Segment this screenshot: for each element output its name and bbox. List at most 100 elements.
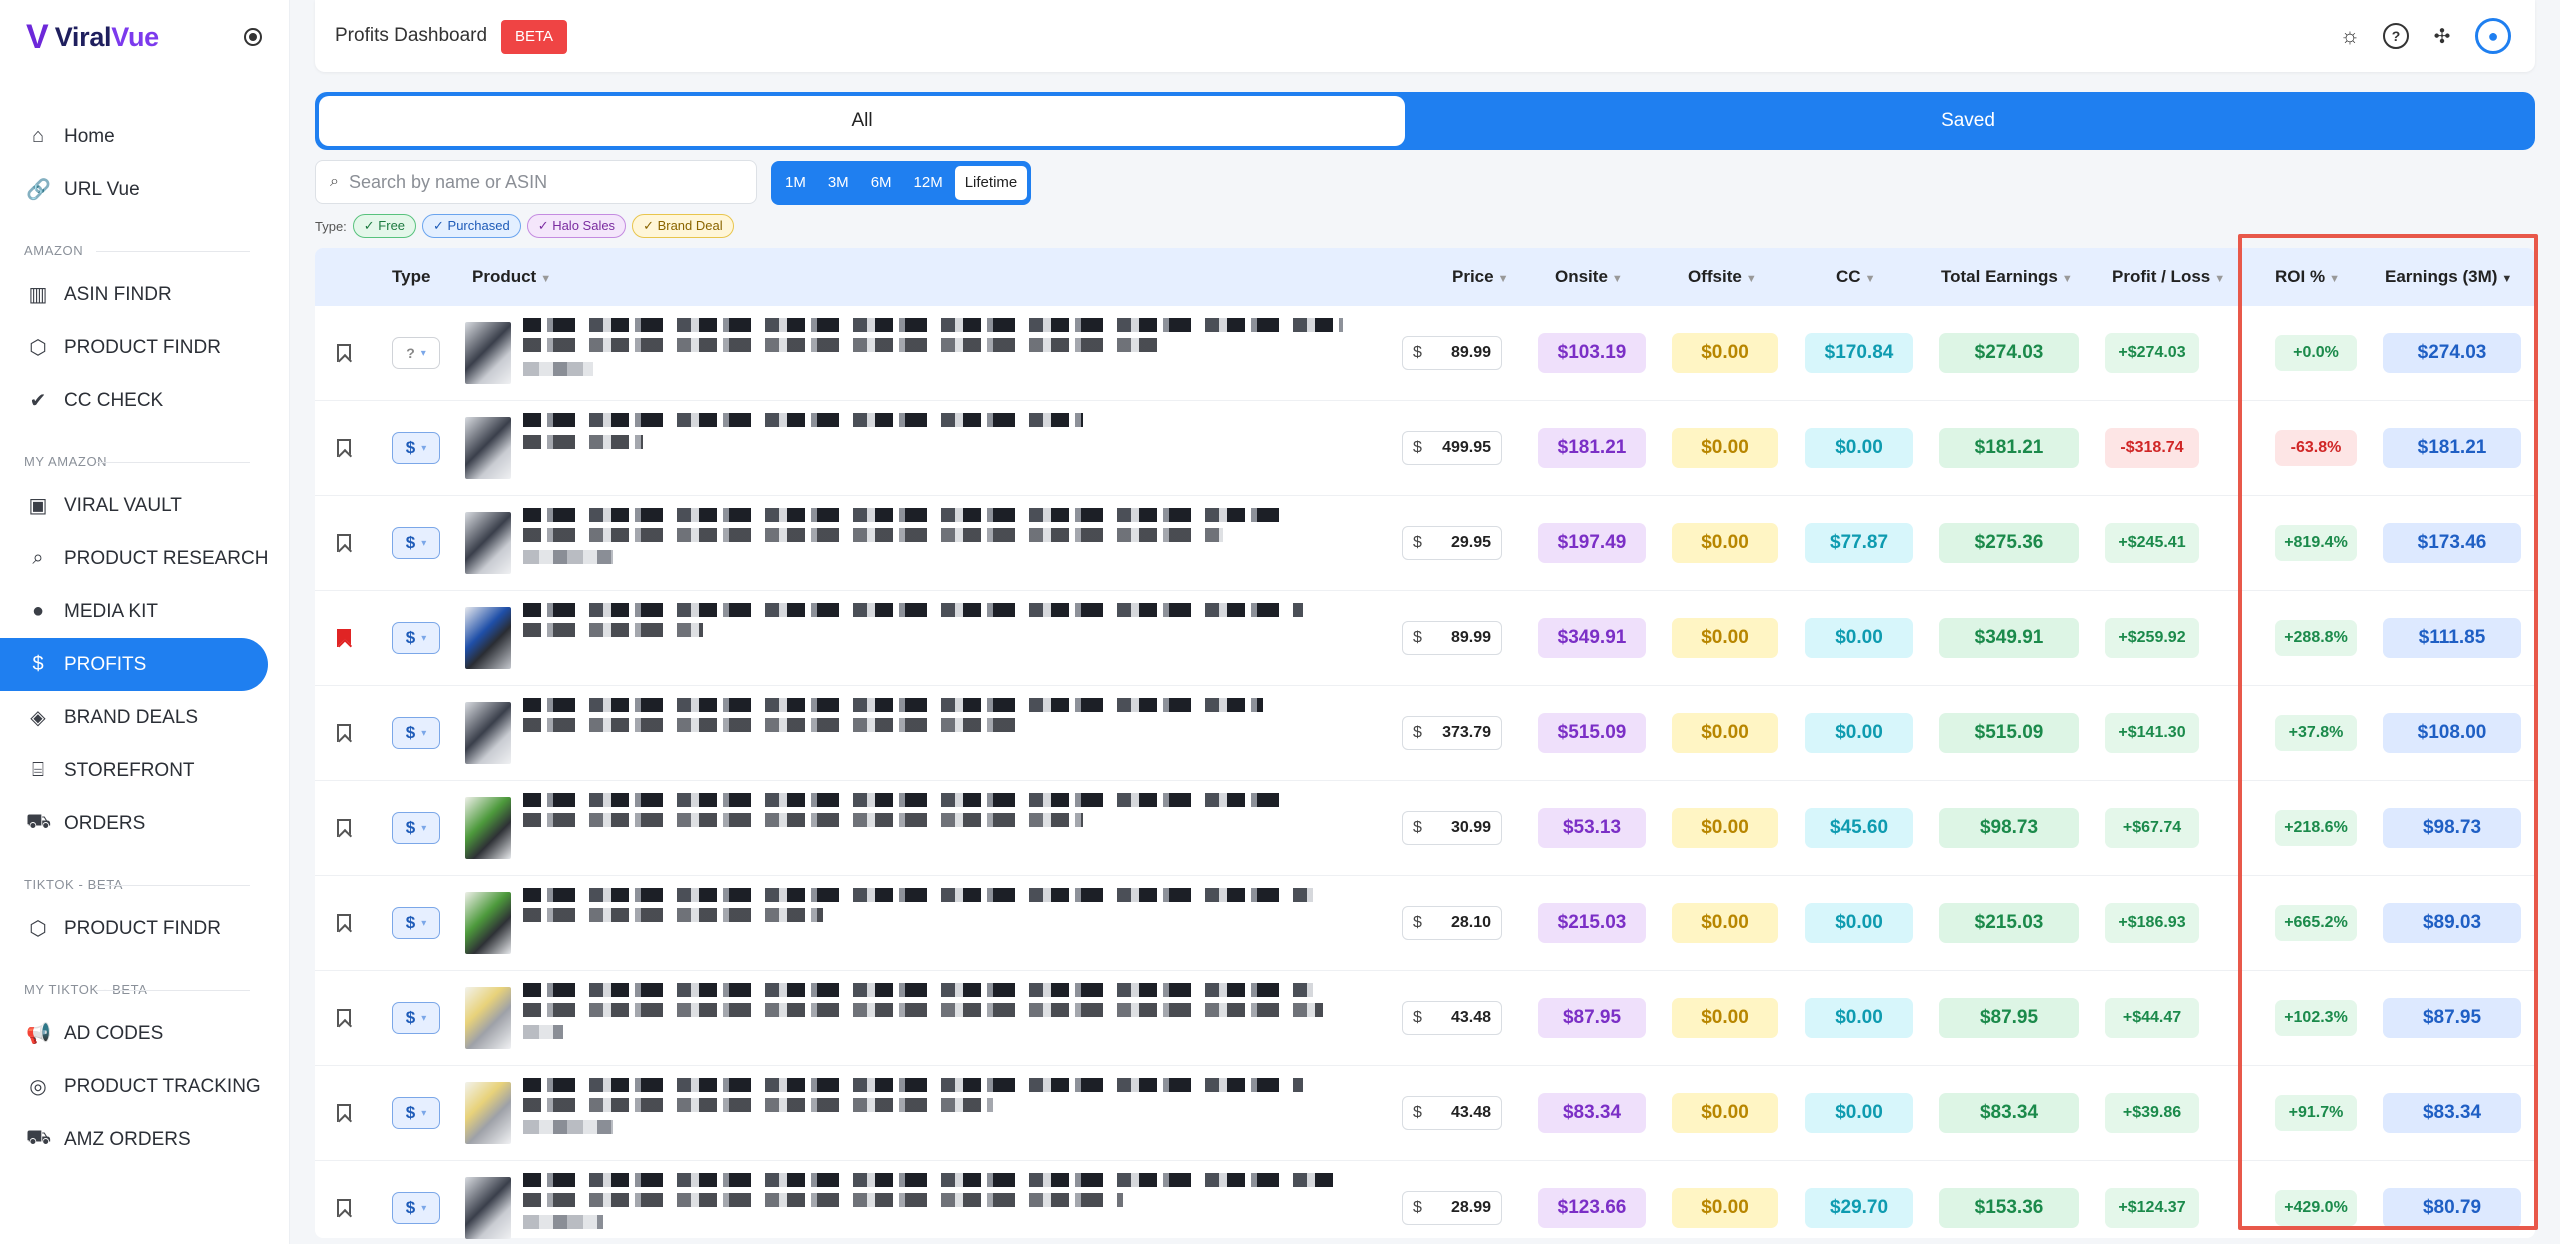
table-row[interactable]: $ ▾ $89.99 $349.91 $0.00 $0.00 $349.91 +$259.92… xyxy=(315,591,2535,686)
sidebar-collapse-toggle-icon[interactable] xyxy=(244,28,262,46)
bookmark-icon[interactable] xyxy=(337,1104,351,1122)
type-selector[interactable]: $ ▾ xyxy=(392,527,440,559)
col-product[interactable]: Product ▼ xyxy=(472,248,551,306)
sidebar-item-profits[interactable]: $ PROFITS xyxy=(0,638,268,691)
sidebar-item-storefront[interactable]: ⌸ STOREFRONT xyxy=(0,744,290,797)
range-1m[interactable]: 1M xyxy=(775,166,816,200)
product-title[interactable] xyxy=(523,603,1353,673)
bookmark-icon[interactable] xyxy=(337,724,351,742)
table-row[interactable]: ? ▾ $89.99 $103.19 $0.00 $170.84 $274.03 +$274.… xyxy=(315,306,2535,401)
col-total-earnings[interactable]: Total Earnings ▼ xyxy=(1941,248,2073,306)
type-selector[interactable]: $ ▾ xyxy=(392,1097,440,1129)
price-field[interactable]: $28.10 xyxy=(1402,906,1502,940)
table-row[interactable]: $ ▾ $373.79 $515.09 $0.00 $0.00 $515.09 +$141.3… xyxy=(315,686,2535,781)
price-field[interactable]: $89.99 xyxy=(1402,621,1502,655)
product-thumbnail[interactable] xyxy=(465,1082,511,1144)
type-selector[interactable]: $ ▾ xyxy=(392,1002,440,1034)
tab-saved[interactable]: Saved xyxy=(1405,96,2531,146)
help-icon[interactable]: ? xyxy=(2383,23,2409,49)
product-thumbnail[interactable] xyxy=(465,417,511,479)
bookmark-icon[interactable] xyxy=(337,439,351,457)
price-field[interactable]: $43.48 xyxy=(1402,1096,1502,1130)
sidebar-item-amz-orders[interactable]: ⛟ AMZ ORDERS xyxy=(0,1113,290,1166)
type-selector[interactable]: $ ▾ xyxy=(392,812,440,844)
col-offsite[interactable]: Offsite ▼ xyxy=(1688,248,1757,306)
search-input[interactable] xyxy=(348,171,729,193)
price-field[interactable]: $43.48 xyxy=(1402,1001,1502,1035)
table-row[interactable]: $ ▾ $30.99 $53.13 $0.00 $45.60 $98.73 +$67.74 +2… xyxy=(315,781,2535,876)
col-earnings-3m[interactable]: Earnings (3M) ▼ xyxy=(2385,248,2512,306)
sidebar-item-product-research[interactable]: ⌕ PRODUCT RESEARCH xyxy=(0,532,290,585)
chip-purchased[interactable]: ✓ Purchased xyxy=(422,214,521,238)
table-row[interactable]: $ ▾ $29.95 $197.49 $0.00 $77.87 $275.36 +$245.4… xyxy=(315,496,2535,591)
sidebar-item-home[interactable]: ⌂ Home xyxy=(0,110,290,163)
chip-free[interactable]: ✓ Free xyxy=(352,214,417,238)
type-selector[interactable]: $ ▾ xyxy=(392,432,440,464)
product-thumbnail[interactable] xyxy=(465,987,511,1049)
product-thumbnail[interactable] xyxy=(465,702,511,764)
type-selector[interactable]: $ ▾ xyxy=(392,717,440,749)
type-selector[interactable]: $ ▾ xyxy=(392,1192,440,1224)
price-field[interactable]: $29.95 xyxy=(1402,526,1502,560)
col-onsite[interactable]: Onsite ▼ xyxy=(1555,248,1623,306)
range-lifetime[interactable]: Lifetime xyxy=(954,166,1028,200)
sidebar-item-cc-check[interactable]: ✔ CC CHECK xyxy=(0,374,290,427)
bookmark-icon[interactable] xyxy=(337,344,351,362)
product-title[interactable] xyxy=(523,413,1353,483)
type-selector[interactable]: $ ▾ xyxy=(392,907,440,939)
product-title[interactable] xyxy=(523,1173,1353,1243)
bookmark-icon[interactable] xyxy=(337,819,351,837)
product-thumbnail[interactable] xyxy=(465,1177,511,1239)
chip-brand-deal[interactable]: ✓ Brand Deal xyxy=(632,214,734,238)
product-title[interactable] xyxy=(523,793,1353,863)
price-field[interactable]: $89.99 xyxy=(1402,336,1502,370)
product-thumbnail[interactable] xyxy=(465,607,511,669)
sidebar-item-orders[interactable]: ⛟ ORDERS xyxy=(0,797,290,850)
product-title[interactable] xyxy=(523,1078,1353,1148)
product-title[interactable] xyxy=(523,318,1353,388)
table-row[interactable]: $ ▾ $28.10 $215.03 $0.00 $0.00 $215.03 +$186.93… xyxy=(315,876,2535,971)
col-roi[interactable]: ROI % ▼ xyxy=(2275,248,2340,306)
product-thumbnail[interactable] xyxy=(465,512,511,574)
product-thumbnail[interactable] xyxy=(465,797,511,859)
product-title[interactable] xyxy=(523,888,1353,958)
price-field[interactable]: $373.79 xyxy=(1402,716,1502,750)
type-selector[interactable]: ? ▾ xyxy=(392,337,440,369)
extension-puzzle-icon[interactable]: ✣ xyxy=(2429,23,2455,49)
bookmark-icon[interactable] xyxy=(337,1199,351,1217)
sidebar-item-media-kit[interactable]: ● MEDIA KIT xyxy=(0,585,290,638)
product-thumbnail[interactable] xyxy=(465,322,511,384)
product-title[interactable] xyxy=(523,698,1353,768)
table-row[interactable]: $ ▾ $43.48 $83.34 $0.00 $0.00 $83.34 +$39.86 +91… xyxy=(315,1066,2535,1161)
table-row[interactable]: $ ▾ $499.95 $181.21 $0.00 $0.00 $181.21 -$318.7… xyxy=(315,401,2535,496)
table-row[interactable]: $ ▾ $43.48 $87.95 $0.00 $0.00 $87.95 +$44.47 +10… xyxy=(315,971,2535,1066)
sidebar-item-url-vue[interactable]: 🔗 URL Vue xyxy=(0,163,290,216)
product-title[interactable] xyxy=(523,508,1353,578)
bookmark-icon[interactable] xyxy=(337,914,351,932)
theme-sun-icon[interactable]: ☼ xyxy=(2337,23,2363,49)
table-row[interactable]: $ ▾ $28.99 $123.66 $0.00 $29.70 $153.36 +$124.3… xyxy=(315,1161,2535,1244)
range-3m[interactable]: 3M xyxy=(818,166,859,200)
sidebar-item-product-findr[interactable]: ⬡ PRODUCT FINDR xyxy=(0,902,290,955)
sidebar-item-asin-findr[interactable]: ▥ ASIN FINDR xyxy=(0,268,290,321)
col-price[interactable]: Price ▼ xyxy=(1452,248,1508,306)
bookmark-icon[interactable] xyxy=(337,629,351,647)
product-thumbnail[interactable] xyxy=(465,892,511,954)
chip-halo-sales[interactable]: ✓ Halo Sales xyxy=(526,214,627,238)
product-title[interactable] xyxy=(523,983,1353,1053)
price-field[interactable]: $30.99 xyxy=(1402,811,1502,845)
sidebar-item-ad-codes[interactable]: 📢 AD CODES xyxy=(0,1007,290,1060)
price-field[interactable]: $499.95 xyxy=(1402,431,1502,465)
price-field[interactable]: $28.99 xyxy=(1402,1191,1502,1225)
sidebar-item-product-findr[interactable]: ⬡ PRODUCT FINDR xyxy=(0,321,290,374)
logo[interactable]: V ViralVue xyxy=(26,20,159,54)
range-6m[interactable]: 6M xyxy=(861,166,902,200)
col-profit-loss[interactable]: Profit / Loss ▼ xyxy=(2112,248,2225,306)
bookmark-icon[interactable] xyxy=(337,1009,351,1027)
col-cc[interactable]: CC ▼ xyxy=(1836,248,1875,306)
user-avatar-icon[interactable]: ● xyxy=(2475,18,2511,54)
col-type[interactable]: Type xyxy=(392,248,430,306)
sidebar-item-product-tracking[interactable]: ◎ PRODUCT TRACKING xyxy=(0,1060,290,1113)
tab-all[interactable]: All xyxy=(319,96,1405,146)
sidebar-item-viral-vault[interactable]: ▣ VIRAL VAULT xyxy=(0,479,290,532)
